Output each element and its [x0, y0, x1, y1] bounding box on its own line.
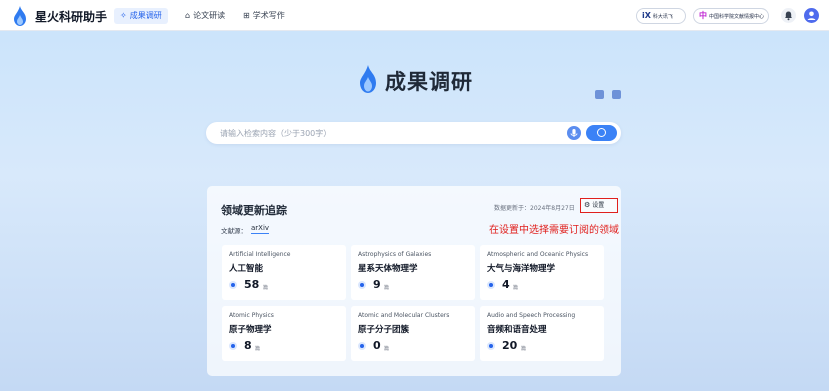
count-dot-icon — [358, 342, 366, 350]
update-date-text: 数据更新于：2024年8月27日 — [494, 205, 575, 212]
paper-count: 20 — [502, 339, 518, 352]
toggle-square-icon[interactable] — [612, 90, 621, 99]
partner-badge-cas-library[interactable]: 中中国科学院文献情报中心 — [693, 8, 769, 24]
user-avatar-icon[interactable] — [804, 8, 819, 23]
domain-tracking-panel: 领域更新追踪 数据更新于：2024年8月27日 ⚙ 设置 文献源： arXiv A… — [207, 186, 621, 376]
paper-count: 9 — [373, 278, 381, 291]
partner-badge-iflytek[interactable]: iX 科大讯飞 — [636, 8, 686, 24]
source-tab-arxiv[interactable]: arXiv — [251, 224, 270, 234]
domain-card[interactable]: Atomic and Molecular Clusters 原子分子团簇 0 篇 — [351, 306, 475, 361]
toggle-square-icon[interactable] — [595, 90, 604, 99]
domain-card[interactable]: Artificial Intelligence 人工智能 58 篇 — [222, 245, 346, 300]
sparkle-icon: ✧ — [120, 11, 127, 20]
grid-icon: ⊞ — [243, 11, 250, 20]
top-navbar: 星火科研助手 ✧ 成果调研 ⌂ 论文研读 ⊞ 学术写作 iX 科大讯飞 中中国科学院文献… — [0, 0, 829, 31]
count-dot-icon — [229, 342, 237, 350]
microphone-icon[interactable] — [567, 126, 581, 140]
tab-academic-writing[interactable]: ⊞ 学术写作 — [237, 8, 291, 24]
count-dot-icon — [487, 281, 495, 289]
paper-count: 0 — [373, 339, 381, 352]
paper-count: 58 — [244, 278, 260, 291]
annotation-text: 在设置中选择需要订阅的领域 — [489, 225, 619, 236]
page-title: 成果调研 — [385, 70, 473, 94]
count-dot-icon — [358, 281, 366, 289]
tab-research[interactable]: ✧ 成果调研 — [114, 8, 168, 24]
tab-paper-reading[interactable]: ⌂ 论文研读 — [179, 8, 231, 24]
app-name: 星火科研助手 — [35, 10, 108, 24]
search-icon — [597, 128, 606, 137]
domain-card[interactable]: Atmospheric and Oceanic Physics 大气与海洋物理学… — [480, 245, 604, 300]
count-dot-icon — [487, 342, 495, 350]
settings-button[interactable]: ⚙ 设置 — [580, 198, 618, 213]
flame-hero-icon — [360, 65, 376, 93]
search-button[interactable] — [586, 125, 617, 141]
domain-card[interactable]: Atomic Physics 原子物理学 8 篇 — [222, 306, 346, 361]
count-dot-icon — [229, 281, 237, 289]
domain-card[interactable]: Astrophysics of Galaxies 星系天体物理学 9 篇 — [351, 245, 475, 300]
search-input[interactable]: 请输入检索内容（少于300字） — [220, 128, 331, 139]
domain-card[interactable]: Audio and Speech Processing 音频和语音处理 20 篇 — [480, 306, 604, 361]
paper-count: 8 — [244, 339, 252, 352]
flame-logo-icon — [14, 6, 26, 26]
paper-count: 4 — [502, 278, 510, 291]
house-icon: ⌂ — [185, 11, 191, 20]
search-bar[interactable]: 请输入检索内容（少于300字） — [206, 122, 621, 144]
notification-bell-icon[interactable] — [781, 8, 796, 23]
source-label: 文献源： — [221, 227, 247, 235]
panel-title: 领域更新追踪 — [221, 204, 287, 217]
gear-icon: ⚙ — [584, 201, 591, 209]
